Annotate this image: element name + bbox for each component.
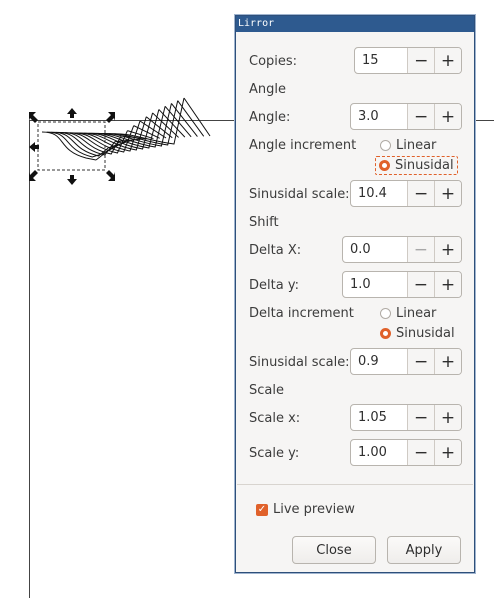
mirror-curve-copy	[171, 103, 198, 137]
radio-on-icon	[380, 328, 391, 339]
delta-x-label: Delta X:	[249, 243, 302, 258]
delta-y-spinbutton: 1.0 − +	[342, 271, 462, 298]
checkmark-icon: ✓	[256, 503, 268, 516]
scale-y-increment-button[interactable]: +	[434, 440, 461, 465]
delta-x-value[interactable]: 0.0	[343, 237, 407, 262]
angle-decrement-button[interactable]: −	[407, 104, 435, 129]
delta-y-increment-button[interactable]: +	[433, 272, 461, 297]
delta-sinusoidal-scale-label: Sinusidal scale:	[249, 355, 350, 370]
apply-button[interactable]: Apply	[387, 536, 461, 564]
copies-value[interactable]: 15	[355, 48, 407, 73]
copies-increment-button[interactable]: +	[434, 48, 461, 73]
scale-y-label: Scale y:	[249, 446, 300, 461]
delta-x-increment-button[interactable]: +	[433, 237, 461, 262]
handle-ne[interactable]	[106, 112, 115, 123]
close-button[interactable]: Close	[292, 536, 376, 564]
angle-spinbutton: 3.0 − +	[350, 103, 462, 130]
handle-nw[interactable]	[29, 112, 38, 123]
copies-decrement-button[interactable]: −	[407, 48, 435, 73]
delta-sinusoidal-scale-decrement-button[interactable]: −	[407, 349, 435, 374]
scale-section-heading: Scale	[249, 383, 284, 398]
shift-section-heading: Shift	[249, 215, 279, 230]
angle-section-heading: Angle	[249, 82, 286, 97]
delta-y-value[interactable]: 1.0	[343, 272, 407, 297]
scale-x-increment-button[interactable]: +	[434, 405, 461, 430]
dialog-titlebar[interactable]: Lirror	[236, 16, 474, 32]
radio-off-icon	[380, 140, 391, 151]
delta-y-label: Delta y:	[249, 278, 299, 293]
mirror-curve-copy	[177, 100, 205, 137]
radio-off-icon	[380, 308, 391, 319]
dialog-separator	[237, 484, 473, 485]
handle-se[interactable]	[106, 170, 115, 181]
delta-increment-linear-radio[interactable]: Linear	[380, 306, 436, 321]
delta-x-decrement-button[interactable]: −	[406, 237, 434, 262]
angle-sinusoidal-scale-spinbutton: 10.4 − +	[350, 180, 462, 207]
lirror-dialog: Lirror Copies: 15 − + Angle Angle: 3.0 −…	[235, 15, 475, 573]
angle-increment-button[interactable]: +	[434, 104, 461, 129]
copies-spinbutton: 15 − +	[354, 47, 462, 74]
delta-sinusoidal-scale-spinbutton: 0.9 − +	[350, 348, 462, 375]
close-button-label: Close	[316, 542, 352, 558]
angle-label: Angle:	[249, 110, 291, 125]
scale-y-spinbutton: 1.00 − +	[350, 439, 462, 466]
live-preview-checkbox[interactable]: ✓ Live preview	[256, 502, 355, 517]
delta-y-decrement-button[interactable]: −	[406, 272, 434, 297]
scale-y-decrement-button[interactable]: −	[407, 440, 435, 465]
scale-y-value[interactable]: 1.00	[351, 440, 407, 465]
mirror-curve-copy	[164, 105, 192, 138]
radio-on-icon	[379, 160, 390, 171]
mirror-curve-copy	[183, 97, 211, 137]
angle-increment-linear-radio[interactable]: Linear	[380, 138, 436, 153]
mirror-curves[interactable]	[41, 97, 211, 161]
angle-sinusoidal-scale-decrement-button[interactable]: −	[407, 181, 435, 206]
scale-x-value[interactable]: 1.05	[351, 405, 407, 430]
dialog-title: Lirror	[238, 18, 275, 29]
angle-increment-sinusoidal-radio[interactable]: Sinusidal	[375, 156, 458, 175]
angle-sinusoidal-scale-increment-button[interactable]: +	[434, 181, 461, 206]
handle-s[interactable]	[67, 175, 77, 185]
handle-sw[interactable]	[29, 170, 38, 181]
copies-label: Copies:	[249, 54, 298, 69]
angle-value[interactable]: 3.0	[351, 104, 407, 129]
scale-x-label: Scale x:	[249, 411, 301, 426]
live-preview-label: Live preview	[273, 502, 355, 517]
delta-increment-label: Delta increment	[249, 306, 354, 321]
apply-button-label: Apply	[405, 542, 443, 558]
delta-sinusoidal-scale-value[interactable]: 0.9	[351, 349, 407, 374]
delta-x-spinbutton: 0.0 − +	[342, 236, 462, 263]
angle-increment-label: Angle increment	[249, 138, 357, 153]
angle-increment-linear-label: Linear	[396, 138, 437, 153]
delta-increment-sinusoidal-label: Sinusidal	[396, 326, 455, 341]
delta-increment-sinusoidal-radio[interactable]: Sinusidal	[380, 326, 455, 341]
delta-sinusoidal-scale-increment-button[interactable]: +	[434, 349, 461, 374]
angle-sinusoidal-scale-label: Sinusidal scale:	[249, 187, 350, 202]
handle-n[interactable]	[67, 108, 77, 118]
scale-x-spinbutton: 1.05 − +	[350, 404, 462, 431]
scale-x-decrement-button[interactable]: −	[407, 405, 435, 430]
angle-sinusoidal-scale-value[interactable]: 10.4	[351, 181, 407, 206]
angle-increment-sinusoidal-label: Sinusidal	[395, 158, 454, 173]
delta-increment-linear-label: Linear	[396, 306, 437, 321]
